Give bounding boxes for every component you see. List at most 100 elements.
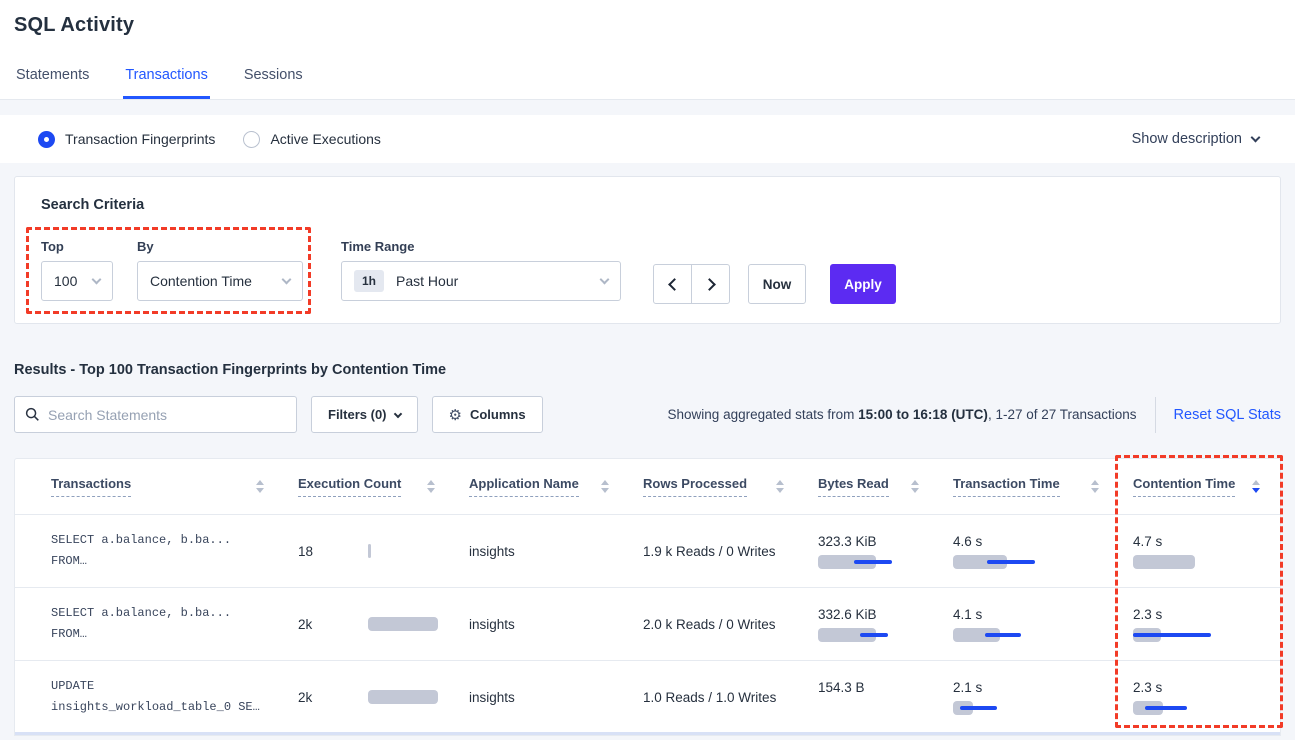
radio-unselected-icon: [243, 131, 260, 148]
tab-sessions[interactable]: Sessions: [242, 67, 305, 99]
view-toggle-band: Transaction Fingerprints Active Executio…: [0, 115, 1295, 163]
time-range-value: Past Hour: [396, 273, 458, 289]
search-criteria-heading: Search Criteria: [15, 177, 1280, 213]
sort-icon[interactable]: [256, 480, 264, 493]
tab-bar: Statements Transactions Sessions: [14, 67, 305, 99]
filters-label: Filters (0): [328, 407, 387, 422]
stats-summary: Showing aggregated stats from 15:00 to 1…: [668, 407, 1137, 422]
time-next-button[interactable]: [691, 264, 730, 304]
rows-processed-cell: 1.9 k Reads / 0 Writes: [629, 544, 804, 559]
columns-label: Columns: [470, 407, 526, 422]
page-title: SQL Activity: [14, 14, 1295, 37]
tab-transactions[interactable]: Transactions: [123, 67, 209, 99]
execution-count-cell: 18: [284, 544, 455, 559]
application-name-cell: insights: [455, 544, 629, 559]
contention-time-cell: 2.3 s: [1119, 607, 1280, 642]
search-box[interactable]: [14, 396, 297, 433]
table-bottom-strip: [15, 732, 1280, 735]
execution-count-bar: [368, 690, 438, 704]
sort-icon[interactable]: [911, 480, 919, 493]
chevron-right-icon: [703, 278, 716, 291]
top-label: Top: [41, 239, 113, 254]
results-heading: Results - Top 100 Transaction Fingerprin…: [14, 362, 1281, 378]
search-icon: [25, 407, 40, 422]
search-criteria-fields: Top 100 By Contention Time Time Range 1h…: [41, 239, 896, 304]
header-transactions: Transactions: [15, 476, 284, 497]
search-criteria-card: Search Criteria Top 100 By Contention Ti…: [14, 176, 1281, 324]
top-field-group: Top 100: [41, 239, 113, 304]
bytes-read-stddev-line: [854, 560, 892, 564]
sort-icon-active-desc[interactable]: [1252, 480, 1260, 493]
header-execution-count: Execution Count: [284, 476, 455, 497]
by-field-group: By Contention Time: [137, 239, 303, 304]
header-bytes-read: Bytes Read: [804, 476, 939, 497]
rows-processed-cell: 1.0 Reads / 1.0 Writes: [629, 690, 804, 705]
time-range-select[interactable]: 1h Past Hour: [341, 261, 621, 301]
header-transaction-time: Transaction Time: [939, 476, 1119, 497]
bytes-read-cell: 332.6 KiB: [804, 607, 939, 642]
top-select[interactable]: 100: [41, 261, 113, 301]
filters-button[interactable]: Filters (0): [311, 396, 418, 433]
sql-activity-page: SQL Activity Statements Transactions Ses…: [0, 0, 1295, 740]
transaction-time-stddev-line: [960, 706, 997, 710]
header-application-name: Application Name: [455, 476, 629, 497]
time-nav-group: [653, 264, 730, 304]
header-contention-time: Contention Time: [1119, 476, 1280, 497]
chevron-left-icon: [668, 278, 681, 291]
contention-time-cell: 4.7 s: [1119, 534, 1280, 569]
gear-icon: ⚙: [449, 406, 462, 424]
table-row: SELECT a.balance, b.ba... FROM… 18 insig…: [15, 514, 1280, 587]
radio-active-executions[interactable]: Active Executions: [243, 131, 381, 148]
contention-time-stddev-line: [1145, 706, 1187, 710]
sort-icon[interactable]: [776, 480, 784, 493]
bytes-read-cell: 323.3 KiB: [804, 534, 939, 569]
transaction-time-cell: 4.1 s: [939, 607, 1119, 642]
header-rows-processed: Rows Processed: [629, 476, 804, 497]
contention-time-bar: [1133, 555, 1195, 569]
chevron-down-icon: [1251, 132, 1261, 142]
time-range-group: Time Range 1h Past Hour: [341, 239, 621, 304]
execution-count-cell: 2k: [284, 690, 455, 705]
table-header-row: Transactions Execution Count Application…: [15, 459, 1280, 514]
chevron-down-icon: [393, 409, 401, 417]
time-prev-button[interactable]: [653, 264, 692, 304]
columns-button[interactable]: ⚙ Columns: [432, 396, 543, 433]
sort-icon[interactable]: [427, 480, 435, 493]
radio-label: Transaction Fingerprints: [65, 131, 215, 147]
apply-button[interactable]: Apply: [830, 264, 896, 304]
application-name-cell: insights: [455, 617, 629, 632]
transaction-time-stddev-line: [987, 560, 1035, 564]
by-value: Contention Time: [150, 273, 252, 289]
contention-time-stddev-line: [1133, 633, 1211, 637]
radio-transaction-fingerprints[interactable]: Transaction Fingerprints: [38, 131, 215, 148]
execution-count-bar: [368, 617, 438, 631]
transaction-fingerprint-link[interactable]: SELECT a.balance, b.ba... FROM…: [15, 603, 284, 645]
results-toolbar: Filters (0) ⚙ Columns Showing aggregated…: [14, 396, 1281, 433]
transaction-fingerprint-link[interactable]: UPDATE insights_workload_table_0 SE…: [15, 676, 284, 718]
now-button[interactable]: Now: [748, 264, 806, 304]
application-name-cell: insights: [455, 690, 629, 705]
transactions-table: Transactions Execution Count Application…: [14, 458, 1281, 736]
show-description-label: Show description: [1132, 131, 1242, 147]
sort-icon[interactable]: [1091, 480, 1099, 493]
radio-label: Active Executions: [270, 131, 381, 147]
bytes-read-stddev-line: [860, 633, 888, 637]
execution-count-bar: [368, 544, 371, 558]
by-label: By: [137, 239, 303, 254]
table-row: UPDATE insights_workload_table_0 SE… 2k …: [15, 660, 1280, 733]
reset-sql-stats-link[interactable]: Reset SQL Stats: [1174, 407, 1281, 423]
top-value: 100: [54, 273, 77, 289]
sort-icon[interactable]: [601, 480, 609, 493]
execution-count-cell: 2k: [284, 617, 455, 632]
tab-statements[interactable]: Statements: [14, 67, 91, 99]
search-input[interactable]: [48, 407, 286, 423]
by-select[interactable]: Contention Time: [137, 261, 303, 301]
vertical-divider: [1155, 397, 1156, 433]
show-description-toggle[interactable]: Show description: [1132, 131, 1259, 147]
chevron-down-icon: [600, 274, 610, 284]
page-header: SQL Activity Statements Transactions Ses…: [0, 0, 1295, 100]
time-range-label: Time Range: [341, 239, 621, 254]
transaction-time-cell: 2.1 s: [939, 680, 1119, 715]
transaction-fingerprint-link[interactable]: SELECT a.balance, b.ba... FROM…: [15, 530, 284, 572]
chevron-down-icon: [282, 274, 292, 284]
